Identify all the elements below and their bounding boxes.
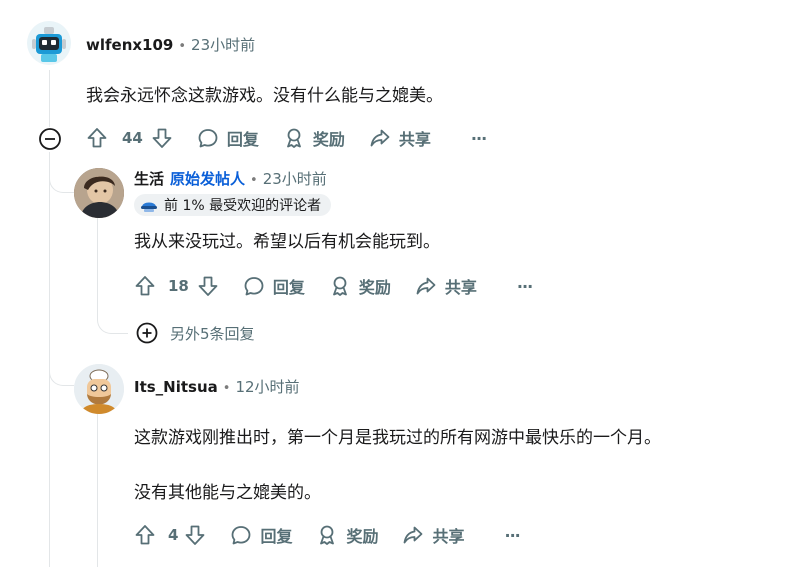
downvote-button[interactable]	[184, 524, 206, 546]
username[interactable]: Its_Nitsua	[134, 378, 218, 396]
timestamp[interactable]: 12小时前	[235, 378, 299, 396]
share-icon	[370, 129, 390, 147]
share-label: 共享	[444, 278, 477, 297]
reply-label: 回复	[226, 130, 259, 149]
reply-label: 回复	[260, 527, 293, 546]
reply-button[interactable]: 回复	[243, 274, 305, 298]
upvote-icon	[135, 276, 155, 296]
share-button[interactable]: 共享	[415, 274, 477, 298]
reply-label: 回复	[272, 278, 305, 297]
avatar[interactable]	[27, 21, 71, 65]
comment-body-line: 没有其他能与之媲美的。	[134, 483, 321, 503]
award-icon	[332, 276, 347, 296]
collapse-thread-button[interactable]	[38, 127, 62, 151]
badge-label: 前 1% 最受欢迎的评论者	[164, 198, 322, 214]
upvote-icon	[87, 128, 107, 148]
share-button[interactable]: 共享	[402, 523, 464, 547]
avatar[interactable]	[74, 364, 124, 414]
separator-dot: •	[222, 381, 231, 396]
thread-curve-2	[49, 355, 74, 386]
vote-count: 44	[122, 129, 143, 147]
share-icon	[416, 277, 436, 295]
upvote-button[interactable]	[134, 275, 156, 297]
more-replies-label: 另外5条回复	[170, 324, 255, 343]
award-label: 奖励	[358, 278, 391, 297]
more-options-button[interactable]: ···	[471, 129, 487, 148]
more-replies-button[interactable]: 另外5条回复	[136, 322, 255, 344]
downvote-icon	[198, 276, 218, 296]
comment-meta: Its_Nitsua • 12小时前	[134, 377, 300, 399]
upvote-button[interactable]	[134, 524, 156, 546]
comment-bubble-icon	[198, 129, 218, 148]
timestamp[interactable]: 23小时前	[263, 170, 327, 188]
comment-meta: 生活 原始发帖人 • 23小时前	[134, 169, 327, 191]
minus-circle-icon	[39, 128, 61, 150]
thread-line-reply1	[97, 218, 98, 308]
thread-line-reply2	[97, 410, 98, 567]
upvote-icon	[135, 525, 155, 545]
robot-avatar-icon	[27, 21, 71, 65]
comment-body-line: 这款游戏刚推出时，第一个月是我玩过的所有网游中最快乐的一个月。	[134, 428, 661, 448]
comment-actions: 18 回复 奖励 共享 ···	[134, 270, 533, 302]
vote-count: 4	[168, 526, 179, 544]
award-label: 奖励	[346, 527, 379, 546]
award-label: 奖励	[312, 130, 345, 149]
username[interactable]: wlfenx109	[86, 36, 173, 54]
comment-body: 我从来没玩过。希望以后有机会能玩到。	[134, 232, 440, 252]
username[interactable]: 生活	[134, 170, 164, 188]
timestamp[interactable]: 23小时前	[191, 36, 255, 54]
user-photo-avatar-icon	[74, 168, 124, 218]
reply-button[interactable]: 回复	[197, 126, 259, 150]
thread-curve-more	[97, 300, 128, 334]
comment-bubble-icon	[244, 277, 264, 296]
more-options-button[interactable]: ···	[504, 526, 520, 545]
downvote-button[interactable]	[151, 127, 173, 149]
award-button[interactable]: 奖励	[329, 274, 391, 298]
comment-actions: 4 回复 奖励 共享 ···	[134, 519, 521, 551]
downvote-button[interactable]	[197, 275, 219, 297]
avatar[interactable]	[74, 168, 124, 218]
share-button[interactable]: 共享	[369, 126, 431, 150]
share-label: 共享	[432, 527, 465, 546]
thread-curve-1	[49, 152, 74, 193]
top-commenter-badge: 前 1% 最受欢迎的评论者	[134, 194, 332, 216]
thread-line-root	[49, 70, 50, 127]
upvote-button[interactable]	[86, 127, 108, 149]
more-options-button[interactable]: ···	[517, 277, 533, 296]
award-icon	[320, 525, 335, 545]
separator-dot: •	[178, 39, 187, 54]
reply-button[interactable]: 回复	[230, 523, 292, 547]
vote-count: 18	[168, 277, 189, 295]
comment-meta: wlfenx109 • 23小时前	[86, 35, 255, 57]
award-icon	[286, 128, 301, 148]
share-icon	[404, 526, 423, 544]
award-button[interactable]: 奖励	[316, 523, 378, 547]
cartoon-avatar-icon	[74, 364, 124, 414]
plus-circle-icon	[136, 322, 158, 344]
comment-actions: 44 回复 奖励 共享 ···	[86, 122, 487, 154]
top-commenter-icon	[141, 202, 157, 212]
comment-bubble-icon	[232, 526, 251, 545]
award-button[interactable]: 奖励	[283, 126, 345, 150]
op-label: 原始发帖人	[170, 170, 246, 188]
comment-body: 我会永远怀念这款游戏。没有什么能与之媲美。	[86, 86, 443, 106]
separator-dot: •	[250, 173, 258, 188]
downvote-icon	[186, 525, 205, 545]
share-label: 共享	[398, 130, 431, 149]
downvote-icon	[152, 128, 172, 148]
